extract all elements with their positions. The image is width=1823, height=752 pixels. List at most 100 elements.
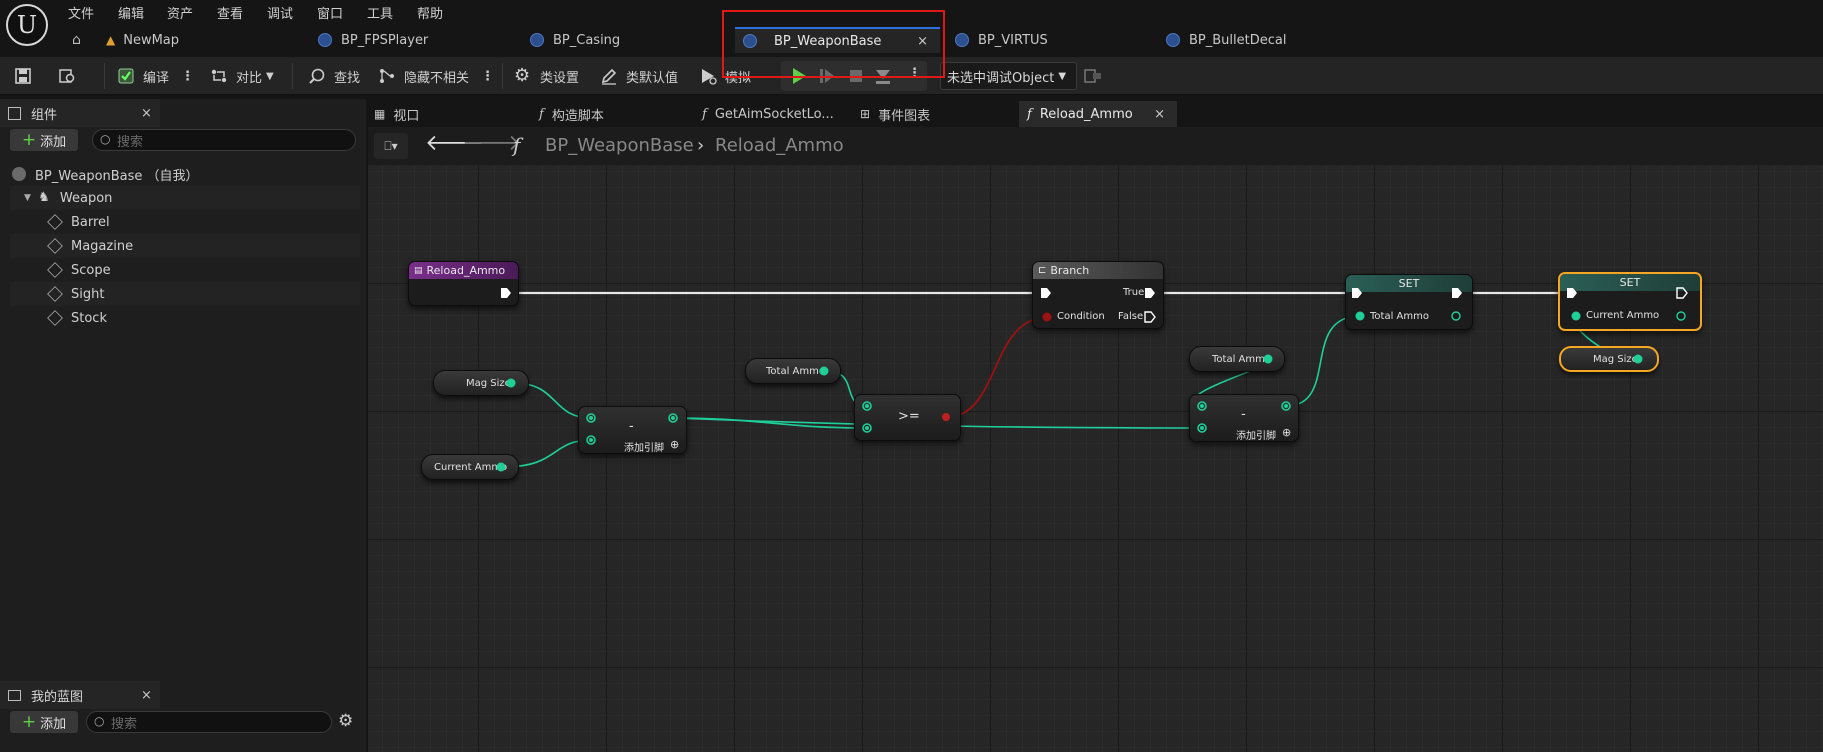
int-in-pin[interactable] (861, 400, 873, 412)
browse-button[interactable] (58, 61, 84, 91)
separator (502, 63, 503, 89)
mag-size-getter-node-2[interactable]: Mag Size (1559, 346, 1659, 372)
search-icon (309, 68, 325, 84)
tab-newmap[interactable]: ▲ NewMap (106, 27, 179, 53)
more-options-icon[interactable]: ⋮ (481, 69, 494, 84)
int-out-pin[interactable] (818, 365, 830, 377)
tab-casing[interactable]: BP_Casing (530, 27, 620, 53)
level-icon: ▲ (106, 33, 116, 47)
class-settings-button[interactable]: ⚙ 类设置 (514, 61, 579, 91)
menu-view[interactable]: 查看 (217, 3, 243, 22)
unreal-logo-icon[interactable]: U (6, 4, 48, 46)
save-button[interactable] (14, 61, 40, 91)
menu-file[interactable]: 文件 (68, 3, 94, 22)
int-in-pin[interactable] (1196, 400, 1208, 412)
exec-in-pin[interactable] (1350, 286, 1364, 300)
debug-object-select[interactable]: 未选中调试Object ▼ (940, 62, 1077, 90)
component-weapon[interactable]: ▼ ♞ Weapon (10, 186, 360, 210)
browse-icon (59, 69, 75, 83)
bookmark-button[interactable]: ⎕▾ (374, 133, 408, 159)
collapse-arrow-icon[interactable]: ▼ (24, 193, 31, 203)
tab-viewport[interactable]: ▦ 视口 (374, 101, 419, 127)
exec-out-pin[interactable] (1675, 286, 1689, 300)
int-in-pin[interactable] (585, 412, 597, 424)
int-out-pin[interactable] (1280, 400, 1292, 412)
breadcrumb-root[interactable]: BP_WeaponBase (545, 135, 694, 156)
menu-debug[interactable]: 调试 (267, 3, 293, 22)
tab-virtus[interactable]: BP_VIRTUS (955, 27, 1048, 53)
int-in-pin[interactable] (1570, 310, 1582, 322)
pin-label: Total Ammo (1370, 311, 1429, 322)
hide-unrelated-button[interactable]: 隐藏不相关 ⋮ (378, 61, 494, 91)
component-stock[interactable]: Stock (10, 306, 360, 330)
close-icon[interactable]: × (1154, 107, 1165, 122)
tab-event-graph[interactable]: ⊞ 事件图表 (860, 101, 930, 127)
component-label: Sight (71, 286, 105, 302)
class-defaults-button[interactable]: 类默认值 (600, 61, 678, 91)
compile-button[interactable]: 编译 ⋮ (117, 61, 194, 91)
menu-edit[interactable]: 编辑 (118, 3, 144, 22)
breadcrumb-current: Reload_Ammo (715, 135, 844, 156)
set-current-ammo-node[interactable]: SET Current Ammo (1558, 272, 1702, 331)
int-out-pin[interactable] (667, 412, 679, 424)
add-pin-icon[interactable]: ⊕ (670, 438, 679, 451)
breadcrumb-separator-icon: › (697, 135, 705, 156)
static-mesh-icon (47, 238, 63, 254)
close-icon[interactable]: × (141, 106, 152, 121)
add-pin-label[interactable]: 添加引脚 (624, 439, 664, 454)
debug-find-icon[interactable] (1083, 67, 1103, 85)
exec-out-pin[interactable] (1450, 286, 1464, 300)
static-mesh-icon (47, 214, 63, 230)
int-out-pin[interactable] (1262, 353, 1274, 365)
exec-true-pin[interactable] (1143, 286, 1157, 300)
menu-window[interactable]: 窗口 (317, 3, 343, 22)
int-in-pin[interactable] (585, 434, 597, 446)
int-in-pin[interactable] (1196, 422, 1208, 434)
component-sight[interactable]: Sight (10, 282, 360, 306)
diff-button[interactable]: 对比 ▼ (210, 61, 274, 91)
home-tab[interactable]: ⌂ (72, 27, 81, 53)
exec-in-pin[interactable] (1565, 286, 1579, 300)
add-pin-label[interactable]: 添加引脚 (1236, 427, 1276, 442)
gear-icon: ⚙ (514, 65, 531, 86)
components-search-input[interactable]: ○ 搜索 (92, 129, 356, 151)
add-pin-icon[interactable]: ⊕ (1282, 426, 1291, 439)
exec-false-pin[interactable] (1143, 310, 1157, 324)
int-out-pin[interactable] (1632, 353, 1644, 365)
add-member-button[interactable]: + 添加 (10, 711, 78, 733)
int-in-pin[interactable] (1354, 310, 1366, 322)
component-root[interactable]: BP_WeaponBase （自我） (12, 162, 362, 186)
menu-help[interactable]: 帮助 (417, 3, 443, 22)
int-out-pin[interactable] (1450, 310, 1462, 322)
menu-asset[interactable]: 资产 (167, 3, 193, 22)
exec-out-pin[interactable] (499, 286, 513, 300)
int-out-pin[interactable] (505, 377, 517, 389)
components-panel-icon (8, 106, 21, 120)
tab-get-aim-socket[interactable]: f GetAimSocketLo... (702, 101, 834, 127)
operator-label: - (629, 419, 634, 434)
component-magazine[interactable]: Magazine (10, 234, 360, 258)
tab-reload-ammo[interactable]: f Reload_Ammo × (1019, 101, 1177, 127)
bool-in-pin[interactable] (1041, 311, 1053, 323)
tab-construction-script[interactable]: f 构造脚本 (539, 101, 604, 127)
settings-gear-icon[interactable]: ⚙ (338, 711, 353, 731)
bool-out-pin[interactable] (940, 411, 952, 423)
more-options-icon[interactable]: ⋮ (181, 69, 194, 84)
component-scope[interactable]: Scope (10, 258, 360, 282)
tab-label: Reload_Ammo (1039, 106, 1133, 122)
component-barrel[interactable]: Barrel (10, 210, 360, 234)
tab-fpsplayer[interactable]: BP_FPSPlayer (318, 27, 428, 53)
my-blueprint-search-input[interactable]: ○ 搜索 (86, 711, 332, 733)
tab-bulletdecal[interactable]: BP_BulletDecal (1166, 27, 1286, 53)
exec-in-pin[interactable] (1039, 286, 1053, 300)
tab-label: BP_Casing (553, 32, 621, 48)
menu-tools[interactable]: 工具 (367, 3, 393, 22)
add-label: 添加 (40, 134, 67, 150)
close-icon[interactable]: × (141, 688, 152, 703)
graph-canvas[interactable] (368, 165, 1823, 752)
add-component-button[interactable]: + 添加 (10, 129, 78, 151)
find-button[interactable]: 查找 (308, 61, 360, 91)
int-in-pin[interactable] (861, 422, 873, 434)
int-out-pin[interactable] (495, 461, 507, 473)
int-out-pin[interactable] (1675, 310, 1687, 322)
